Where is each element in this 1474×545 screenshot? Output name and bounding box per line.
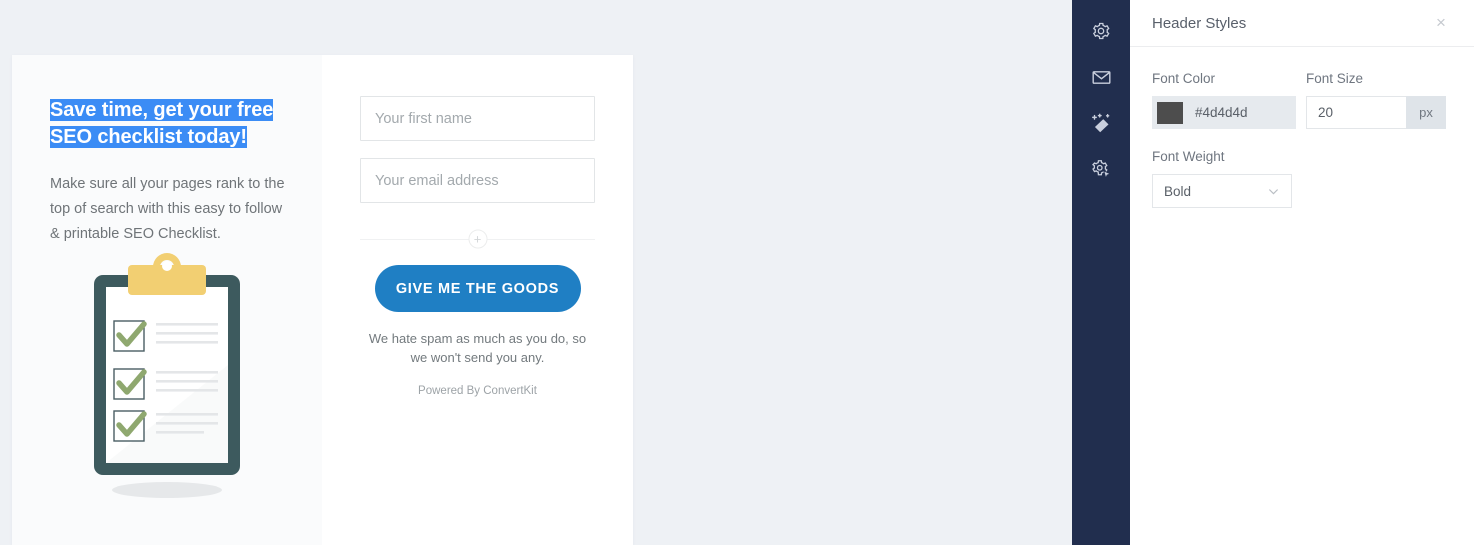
panel-title: Header Styles	[1152, 14, 1247, 32]
email-input[interactable]	[360, 158, 595, 203]
font-color-label: Font Color	[1152, 71, 1216, 86]
magic-wand-icon	[1091, 113, 1112, 134]
add-field-button[interactable]: +	[468, 229, 487, 249]
add-field-divider: +	[360, 229, 595, 249]
rail-item-styles[interactable]	[1072, 100, 1130, 146]
font-size-group: Font Size px	[1306, 71, 1446, 129]
font-size-label: Font Size	[1306, 71, 1364, 86]
font-color-group: Font Color #4d4d4d	[1152, 71, 1296, 129]
chevron-down-icon	[1269, 188, 1278, 195]
envelope-icon	[1091, 67, 1112, 88]
powered-by-label: Powered By ConvertKit	[418, 385, 537, 397]
rail-item-advanced[interactable]	[1072, 146, 1130, 192]
font-color-value: #4d4d4d	[1195, 105, 1248, 120]
close-icon[interactable]: ×	[1430, 12, 1452, 34]
form-left-column: Save time, get your free SEO checklist t…	[12, 55, 322, 545]
rail-item-settings[interactable]	[1072, 8, 1130, 54]
form-headline-selection: Save time, get your free SEO checklist t…	[50, 99, 274, 148]
font-size-control: px	[1306, 96, 1446, 129]
header-styles-panel: Header Styles × Font Color #4d4d4d Font …	[1130, 0, 1474, 545]
form-right-column: + GIVE ME THE GOODS We hate spam as much…	[322, 55, 633, 545]
first-name-input[interactable]	[360, 96, 595, 141]
submit-button[interactable]: GIVE ME THE GOODS	[374, 265, 581, 312]
panel-body: Font Color #4d4d4d Font Size px Font Wei…	[1130, 47, 1474, 208]
spam-notice: We hate spam as much as you do, so we wo…	[368, 331, 587, 365]
font-weight-value: Bold	[1164, 183, 1192, 199]
font-color-input[interactable]: #4d4d4d	[1152, 96, 1296, 129]
seo-checklist-clipboard-illustration	[94, 253, 240, 498]
font-weight-group: Font Weight Bold	[1152, 149, 1452, 208]
color-swatch[interactable]	[1157, 101, 1183, 124]
rail-item-email[interactable]	[1072, 54, 1130, 100]
font-size-unit: px	[1406, 96, 1446, 129]
font-weight-select[interactable]: Bold	[1152, 174, 1292, 208]
opt-in-form-card: Save time, get your free SEO checklist t…	[12, 55, 633, 545]
color-size-row: Font Color #4d4d4d Font Size px	[1152, 71, 1452, 129]
form-preview-canvas: Save time, get your free SEO checklist t…	[0, 0, 1072, 545]
font-size-input[interactable]	[1306, 96, 1406, 129]
panel-header: Header Styles ×	[1130, 0, 1474, 47]
app-root: Save time, get your free SEO checklist t…	[0, 0, 1474, 545]
editor-icon-rail	[1072, 0, 1130, 545]
form-subcopy[interactable]: Make sure all your pages rank to the top…	[50, 172, 292, 247]
gear-icon	[1091, 21, 1111, 41]
form-headline[interactable]: Save time, get your free SEO checklist t…	[50, 97, 292, 151]
font-weight-label: Font Weight	[1152, 149, 1225, 164]
gear-cursor-icon	[1091, 159, 1112, 180]
